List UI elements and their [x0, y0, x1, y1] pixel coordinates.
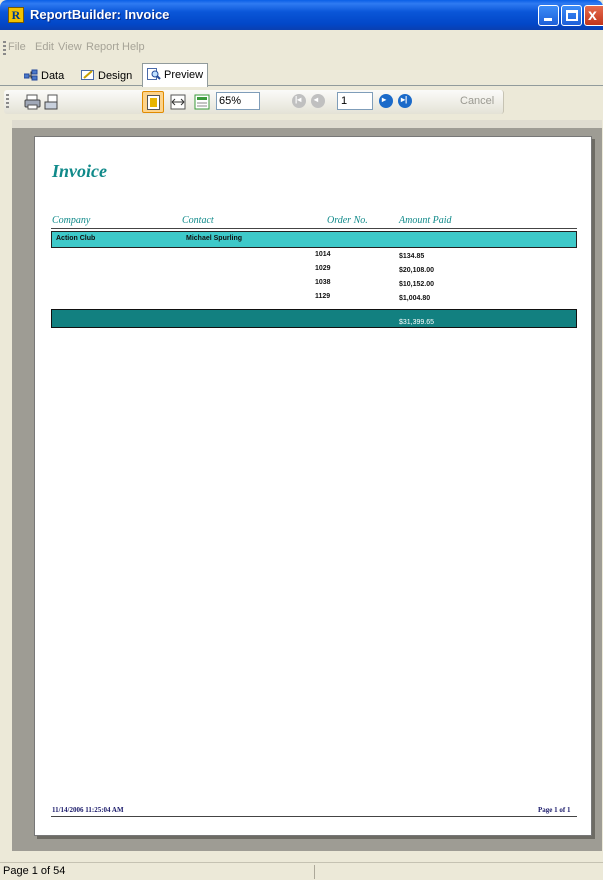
group-footer-band: $31,399.65	[51, 309, 577, 328]
first-page-button[interactable]: |◂	[292, 94, 306, 108]
app-icon: R	[8, 7, 24, 23]
column-header-contact: Contact	[182, 215, 214, 226]
menu-edit[interactable]: Edit	[35, 41, 54, 53]
page-count: Page 1 of 1	[538, 806, 571, 814]
amount-cell: $134.85	[399, 253, 425, 260]
menu-help[interactable]: Help	[122, 41, 145, 53]
column-header-order-no: Order No.	[327, 215, 368, 226]
group-company: Action Club	[56, 235, 96, 242]
column-header-company: Company	[52, 215, 91, 226]
whole-page-icon	[147, 95, 160, 110]
footer-rule	[51, 816, 577, 817]
group-contact: Michael Spurling	[186, 235, 243, 242]
header-rule	[51, 228, 577, 229]
page-width-icon[interactable]	[169, 93, 187, 111]
print-to-file-icon[interactable]	[44, 93, 62, 111]
menu-view[interactable]: View	[58, 41, 82, 53]
next-page-icon: ▸	[382, 95, 387, 104]
close-icon: x	[588, 7, 597, 24]
tab-data[interactable]: Data	[20, 67, 68, 86]
amount-cell: $20,108.00	[399, 267, 435, 274]
tab-preview-label: Preview	[164, 69, 204, 81]
maximize-button[interactable]	[561, 5, 582, 26]
window-title: ReportBuilder: Invoice	[30, 7, 170, 22]
menu-report[interactable]: Report	[86, 41, 119, 53]
menu-grip[interactable]	[3, 41, 6, 55]
data-icon	[24, 69, 38, 81]
order-no-cell: 1014	[315, 251, 331, 258]
tab-design-label: Design	[98, 70, 133, 82]
order-no-cell: 1038	[315, 279, 331, 286]
amount-cell: $10,152.00	[399, 281, 435, 288]
group-header-band: Action Club Michael Spurling	[51, 231, 577, 248]
print-date: 11/14/2006 11:25:04 AM	[52, 806, 124, 814]
report-page: Invoice Company Contact Order No. Amount…	[34, 136, 592, 836]
menu-file[interactable]: File	[8, 41, 26, 53]
view-tabs: Data Design Preview	[0, 62, 603, 144]
minimize-icon	[544, 18, 552, 21]
prior-page-icon: ◂	[314, 95, 319, 104]
column-header-amount-paid: Amount Paid	[399, 215, 452, 226]
report-title: Invoice	[52, 161, 107, 181]
whole-page-button[interactable]	[142, 91, 164, 113]
order-no-cell: 1129	[315, 293, 331, 300]
status-separator	[314, 865, 315, 879]
status-page-text: Page 1 of 54	[3, 865, 66, 877]
last-page-button[interactable]: ▸|	[398, 94, 412, 108]
last-page-icon: ▸|	[401, 95, 408, 104]
preview-icon	[147, 68, 161, 80]
order-no-cell: 1029	[315, 265, 331, 272]
amount-cell: $1,004.80	[399, 295, 431, 302]
print-icon[interactable]	[24, 93, 42, 111]
maximize-icon	[566, 10, 578, 21]
tab-data-label: Data	[41, 70, 65, 82]
status-bar: Page 1 of 54	[0, 862, 603, 880]
preview-top-border	[12, 120, 602, 128]
tab-preview[interactable]: Preview	[142, 63, 209, 87]
toolbar-grip[interactable]	[6, 94, 9, 108]
page-number-input[interactable]: 1	[337, 92, 373, 110]
title-bar: R ReportBuilder: Invoice x	[0, 0, 603, 30]
close-button[interactable]: x	[584, 5, 603, 26]
first-page-icon: |◂	[295, 95, 302, 104]
next-page-button[interactable]: ▸	[379, 94, 393, 108]
tab-design[interactable]: Design	[77, 67, 136, 86]
design-icon	[81, 70, 94, 80]
preview-toolbar: 65% |◂ ◂ 1 ▸ ▸| Cancel	[4, 90, 504, 114]
cancel-button[interactable]: Cancel	[460, 95, 494, 107]
prior-page-button[interactable]: ◂	[311, 94, 325, 108]
hundred-percent-icon[interactable]	[193, 93, 211, 111]
minimize-button[interactable]	[538, 5, 559, 26]
total-amount: $31,399.65	[399, 319, 435, 326]
menu-bar: File Edit View Report Help	[0, 38, 603, 58]
zoom-input[interactable]: 65%	[216, 92, 260, 110]
